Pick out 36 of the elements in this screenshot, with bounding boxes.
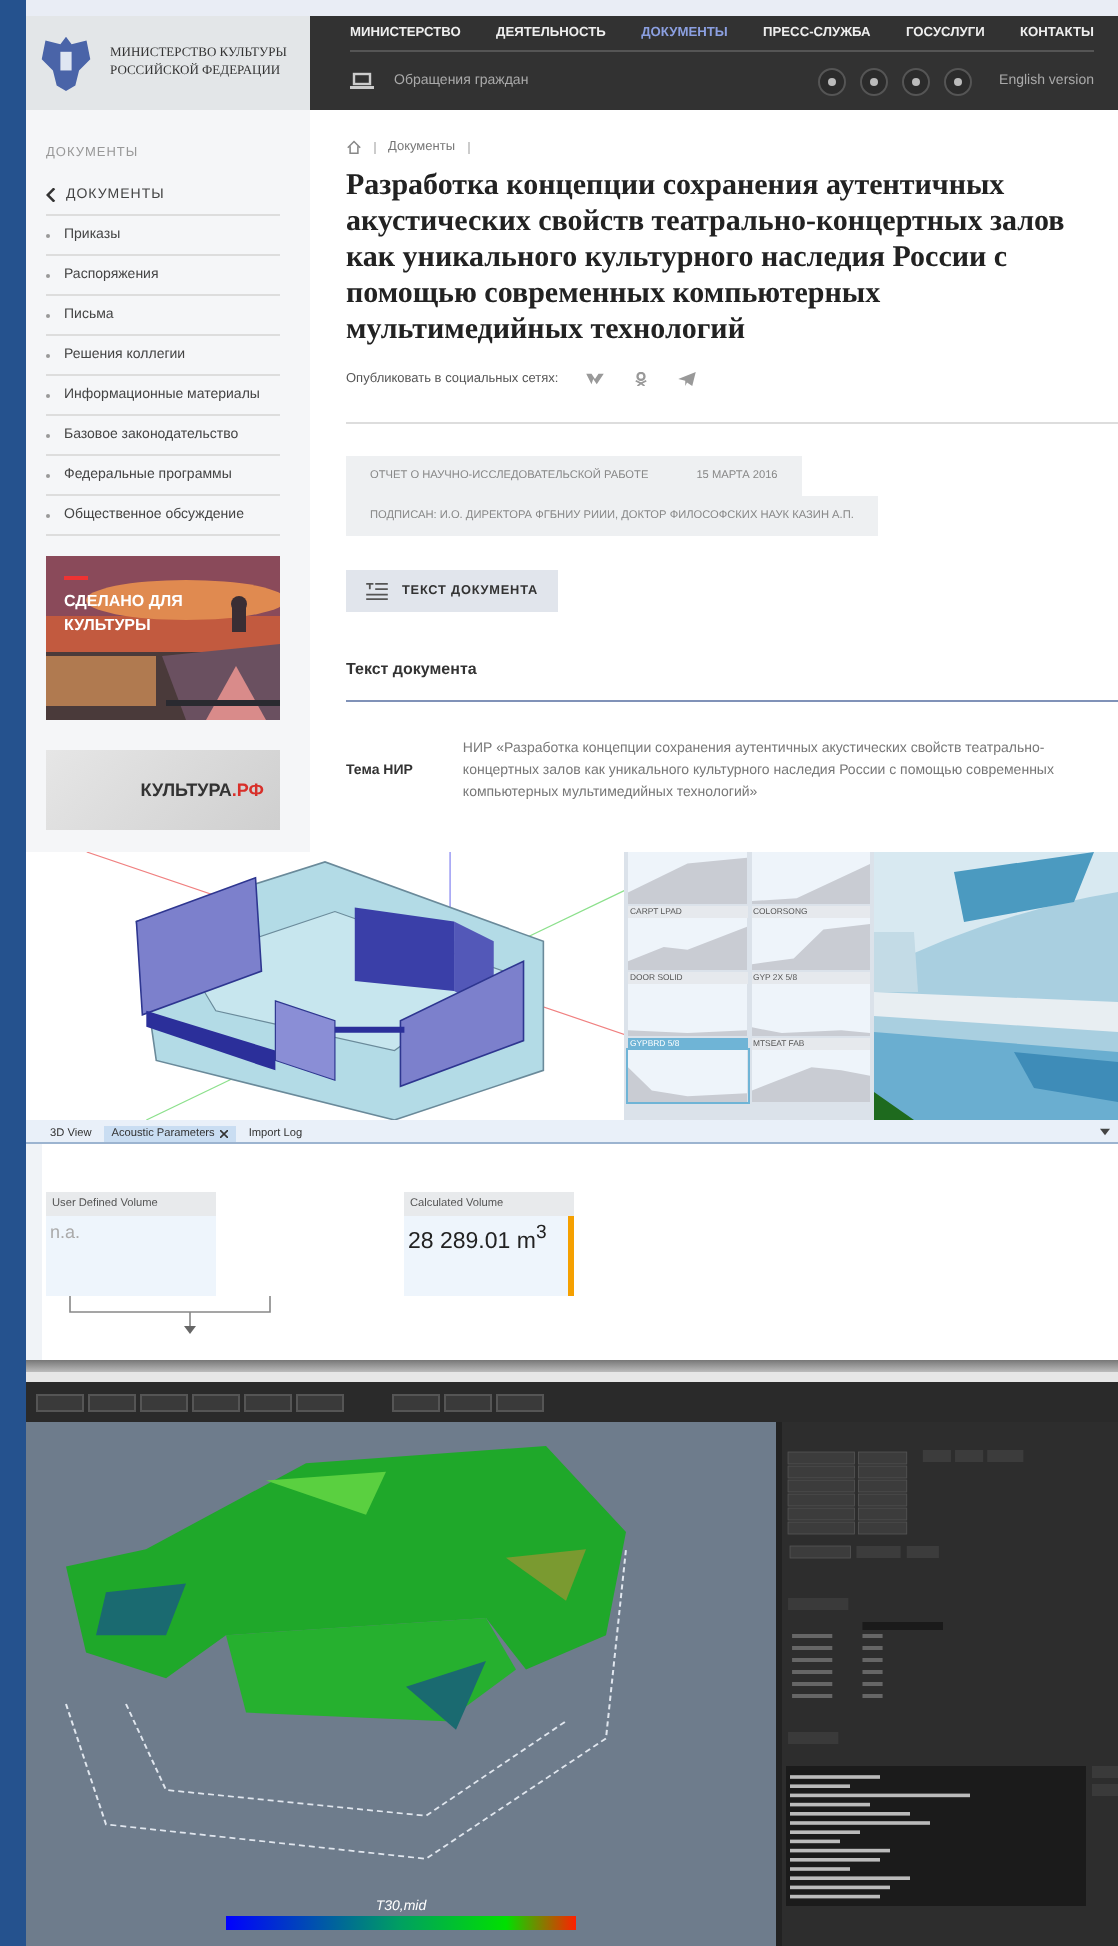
absorption-graph-drawing: [628, 852, 747, 904]
absorption-graph-drawing: [628, 1050, 747, 1102]
paper-plane-icon[interactable]: [678, 372, 697, 386]
absorption-graph-drawing: [628, 984, 747, 1036]
toolbar-button[interactable]: [296, 1393, 344, 1411]
toolbar-button[interactable]: [192, 1393, 240, 1411]
banner-caption: СДЕЛАНО ДЛЯ КУЛЬТУРЫ: [64, 589, 185, 637]
card-value: n.a.: [48, 1220, 83, 1246]
toolbar-button[interactable]: [88, 1393, 136, 1411]
social-icon[interactable]: [901, 67, 930, 95]
social-icon[interactable]: [943, 67, 972, 95]
home-icon[interactable]: [346, 140, 362, 154]
absorption-graph-drawing: [751, 918, 870, 970]
section-heading: Текст документа: [346, 660, 479, 678]
social-icon[interactable]: [817, 67, 846, 95]
close-icon[interactable]: [220, 1130, 229, 1138]
card-value: 28 289.01 m$^{3}$: [406, 1220, 549, 1258]
chevron-left-icon: [46, 188, 56, 202]
banner-background[interactable]: КУЛЬТУРА.РФ: [46, 750, 280, 830]
absorption-graph-drawing: [751, 984, 870, 1036]
toolbar-button[interactable]: [36, 1393, 84, 1411]
toolbar-button[interactable]: [444, 1393, 492, 1411]
list-icon: [366, 582, 388, 600]
document-title: Разработка концепции сохранения аутентичных акустических свойств театрально-концертных залов как уникального культурного наследия России с помощью современных компьютерных мультимедийных технологий: [346, 168, 1067, 348]
toolbar-button[interactable]: [140, 1393, 188, 1411]
absorption-graph-drawing: [751, 1050, 870, 1102]
dropdown-arrow-icon[interactable]: [1100, 1128, 1110, 1136]
toolbar-button[interactable]: [244, 1393, 292, 1411]
toolbar-button[interactable]: [496, 1393, 544, 1411]
emblem-icon: [38, 32, 94, 94]
social-icon[interactable]: [859, 67, 888, 95]
absorption-graph-drawing: [628, 918, 747, 970]
portal-logo: КУЛЬТУРА.РФ: [140, 780, 264, 800]
absorption-graph-drawing: [751, 852, 870, 904]
laptop-icon: [350, 72, 374, 90]
toolbar-button[interactable]: [392, 1393, 440, 1411]
